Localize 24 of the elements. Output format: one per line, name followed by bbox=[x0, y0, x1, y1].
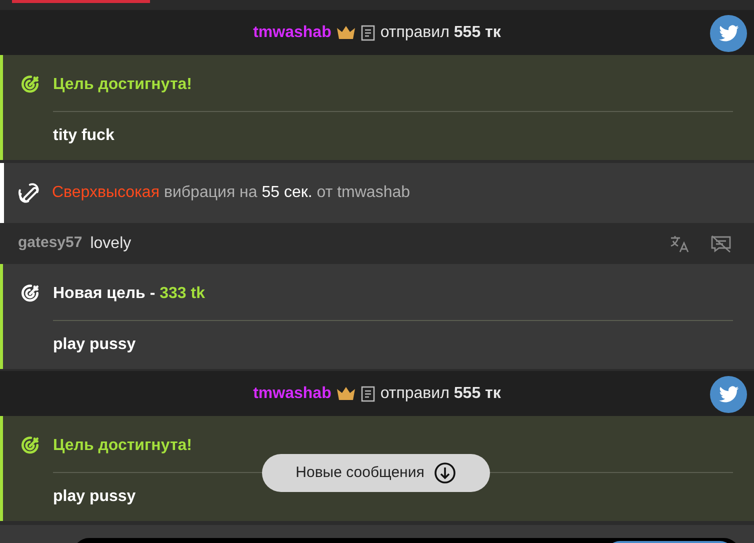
document-icon bbox=[361, 386, 376, 402]
goal-title: Цель достигнута! bbox=[53, 75, 192, 95]
crown-icon bbox=[336, 25, 356, 40]
username[interactable]: tmwashab bbox=[253, 382, 332, 406]
goal-title: Новая цель - 333 tk bbox=[53, 284, 205, 304]
translate-icon[interactable] bbox=[670, 234, 690, 252]
goal-description: tity fuck bbox=[53, 127, 114, 144]
twitter-button[interactable] bbox=[710, 376, 747, 413]
tip-text: отправил 555 тк bbox=[380, 384, 501, 404]
tip-text: отправил 555 тк bbox=[380, 22, 501, 42]
new-messages-button[interactable]: Новые сообщения bbox=[262, 454, 490, 492]
goal-title: Цель достигнута! bbox=[53, 436, 192, 456]
bird-icon bbox=[718, 25, 738, 42]
document-icon bbox=[361, 24, 376, 40]
crown-icon bbox=[336, 386, 356, 401]
twitter-button[interactable] bbox=[710, 15, 747, 52]
vibration-text: Сверхвысокая вибрация на 55 сек. от tmwashab bbox=[52, 183, 410, 203]
goal-description: play pussy bbox=[53, 488, 136, 505]
no-message-icon[interactable] bbox=[710, 234, 732, 252]
message-text: lovely bbox=[90, 234, 132, 254]
username[interactable]: tmwashab bbox=[253, 20, 332, 44]
bird-icon bbox=[718, 386, 738, 403]
goal-description: play pussy bbox=[53, 336, 136, 353]
username[interactable]: gatesy57 bbox=[18, 232, 82, 255]
